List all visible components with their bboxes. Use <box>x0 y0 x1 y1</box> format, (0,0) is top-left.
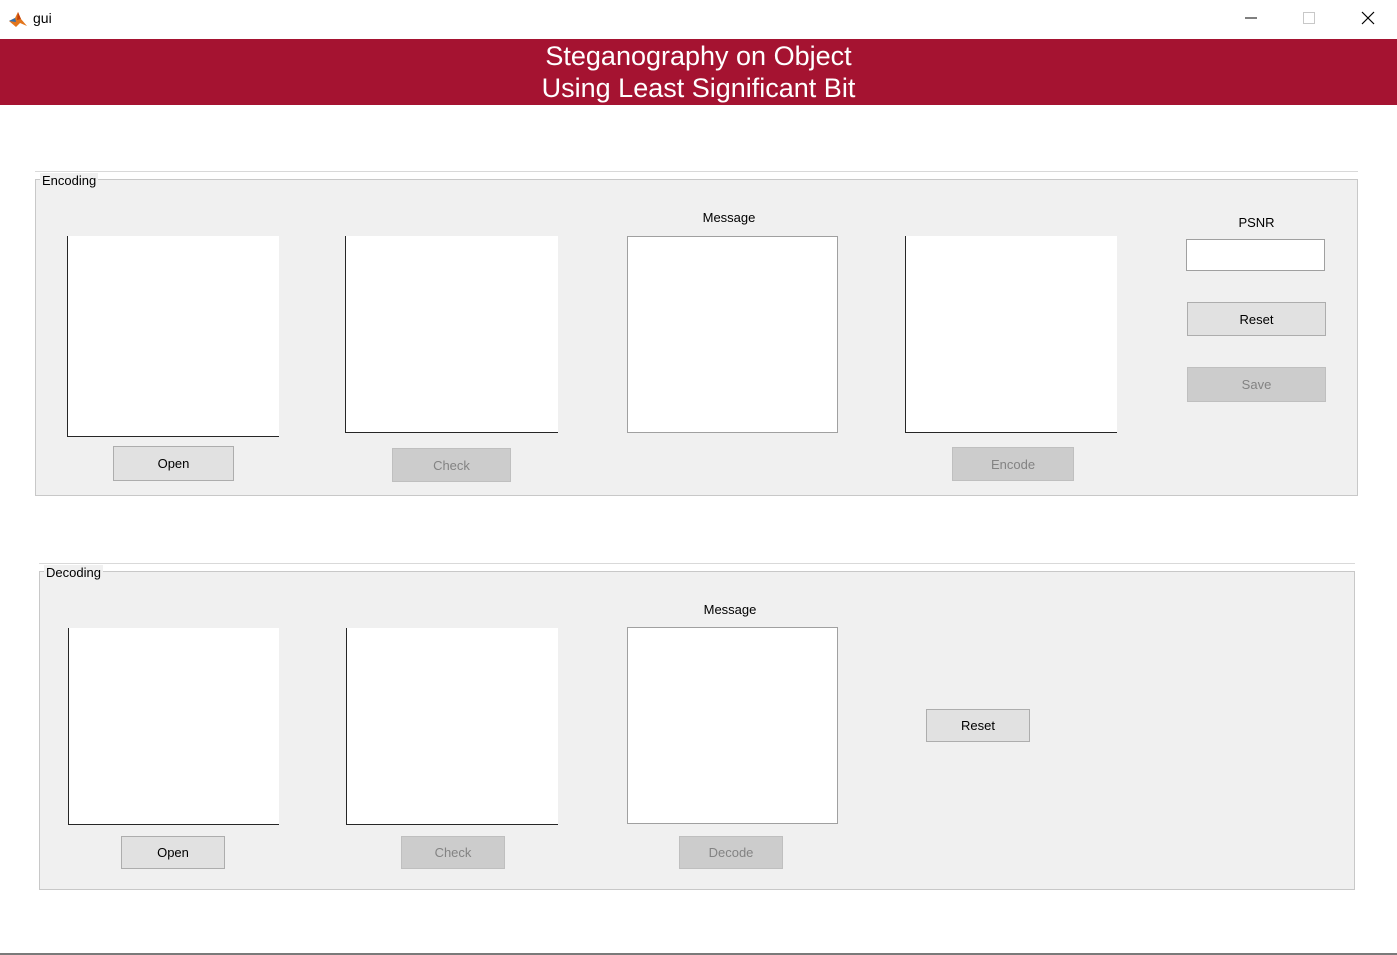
window-title: gui <box>33 10 52 26</box>
encoding-panel-title: Encoding <box>40 173 99 188</box>
encoding-message-textarea[interactable] <box>627 236 838 433</box>
psnr-label: PSNR <box>1238 215 1275 230</box>
close-icon <box>1361 11 1375 25</box>
psnr-field[interactable] <box>1186 239 1325 271</box>
encoding-open-button[interactable]: Open <box>113 446 234 481</box>
decoding-message-label: Message <box>703 602 757 617</box>
encoding-message-label: Message <box>702 210 756 225</box>
header-banner: Steganography on Object Using Least Sign… <box>0 39 1397 105</box>
decoding-panel-topline <box>39 563 1355 564</box>
encoding-check-button[interactable]: Check <box>392 448 511 482</box>
minimize-button[interactable] <box>1222 0 1280 36</box>
decoding-stego-image-axes <box>68 628 279 825</box>
close-button[interactable] <box>1339 0 1397 36</box>
decoding-open-button[interactable]: Open <box>121 836 225 869</box>
minimize-icon <box>1245 17 1257 19</box>
window-titlebar: gui <box>0 0 1397 39</box>
save-button[interactable]: Save <box>1187 367 1326 402</box>
decoding-panel-title: Decoding <box>44 565 103 580</box>
decoding-check-button[interactable]: Check <box>401 836 505 869</box>
decode-button[interactable]: Decode <box>679 836 783 869</box>
encoding-check-image-axes <box>345 236 558 433</box>
decoding-reset-button[interactable]: Reset <box>926 709 1030 742</box>
encoding-stego-image-axes <box>905 236 1117 433</box>
maximize-icon <box>1303 12 1315 24</box>
encoding-cover-image-axes <box>67 236 279 437</box>
decoding-check-image-axes <box>346 628 558 825</box>
banner-title-line1: Steganography on Object <box>545 41 852 71</box>
encoding-panel-topline <box>35 171 1358 172</box>
matlab-icon <box>8 9 28 29</box>
encode-button[interactable]: Encode <box>952 447 1074 481</box>
encoding-reset-button[interactable]: Reset <box>1187 302 1326 336</box>
banner-title-line2: Using Least Significant Bit <box>541 73 856 103</box>
decoding-message-textarea[interactable] <box>627 627 838 824</box>
maximize-button[interactable] <box>1280 0 1338 36</box>
